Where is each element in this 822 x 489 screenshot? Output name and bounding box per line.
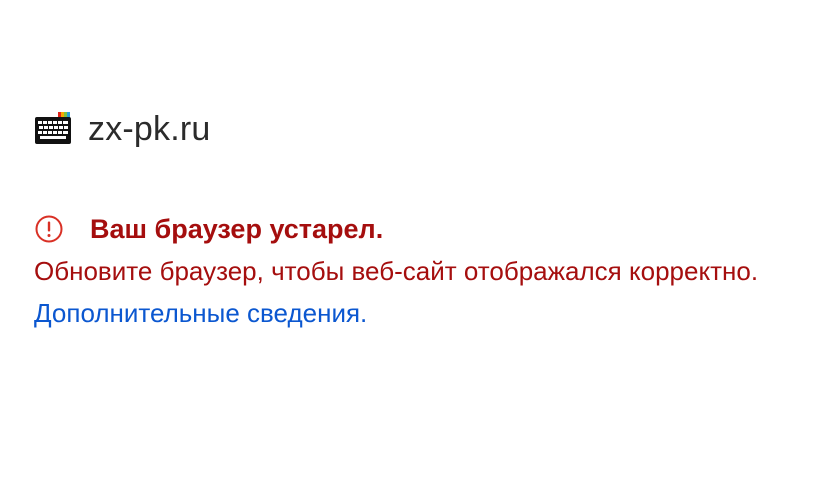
outdated-browser-warning: Ваш браузер устарел. Обновите браузер, ч… xyxy=(34,208,794,334)
error-circle-icon xyxy=(35,215,63,243)
more-info-link[interactable]: Дополнительные сведения xyxy=(34,298,360,328)
warning-message: Обновите браузер, чтобы веб-сайт отображ… xyxy=(34,250,794,334)
warning-trailing-period: . xyxy=(360,298,368,328)
site-header: zx-pk.ru xyxy=(34,104,211,154)
warning-title: Ваш браузер устарел. xyxy=(90,214,384,244)
warning-title-row: Ваш браузер устарел. xyxy=(34,208,794,250)
site-name: zx-pk.ru xyxy=(88,109,211,148)
warning-message-text: Обновите браузер, чтобы веб-сайт отображ… xyxy=(34,256,759,286)
page: zx-pk.ru Ваш браузер устарел. Обновите б… xyxy=(0,0,822,489)
zx-keyboard-logo-icon xyxy=(35,112,71,144)
